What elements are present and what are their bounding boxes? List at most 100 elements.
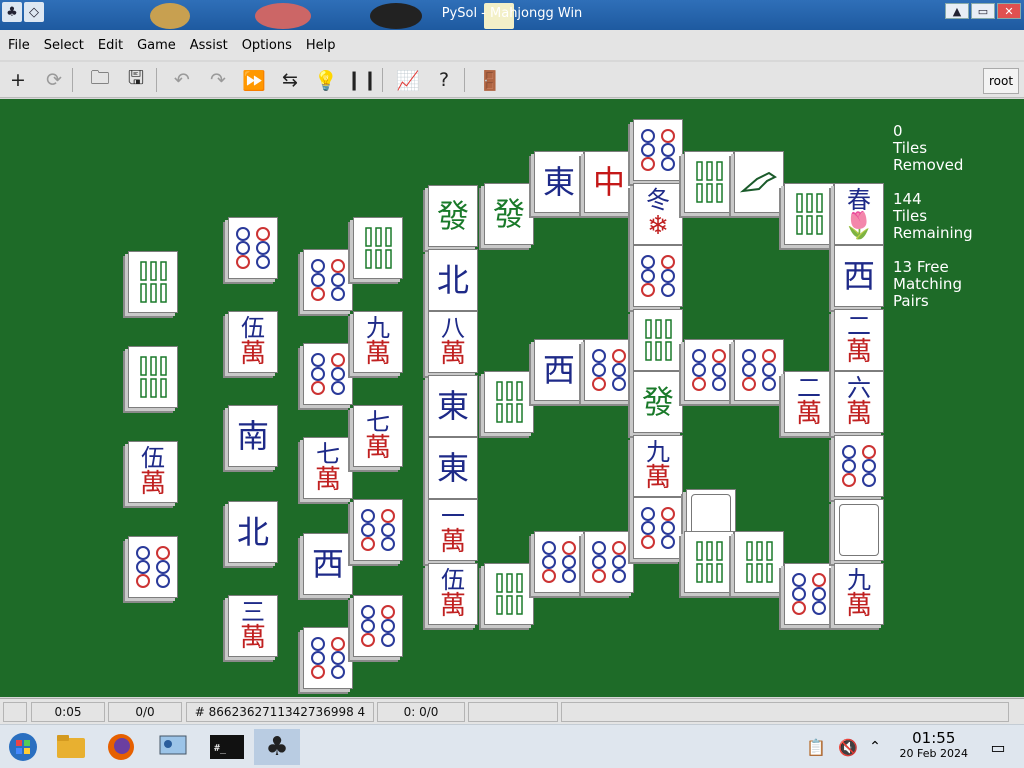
circle-face-icon (311, 637, 345, 679)
honor-tile[interactable]: 西 (534, 339, 584, 401)
autodrop-icon[interactable]: ⏩ (240, 66, 268, 94)
player-name[interactable]: root (983, 68, 1019, 94)
maximize-button[interactable]: ▭ (971, 3, 995, 19)
clipboard-icon[interactable]: 📋 (802, 729, 830, 765)
circle-tile[interactable] (353, 499, 403, 561)
circle-tile[interactable] (353, 595, 403, 657)
circle-tile[interactable] (734, 339, 784, 401)
redo-icon[interactable]: ↷ (204, 66, 232, 94)
honor-tile[interactable]: 中 (584, 151, 634, 213)
pause-icon[interactable]: ❙❙ (346, 66, 378, 94)
tile-character: 發 (492, 195, 525, 233)
circle-tile[interactable] (303, 249, 353, 311)
honor-tile[interactable]: 北 (228, 501, 278, 563)
honor-tile[interactable]: 東 (428, 375, 478, 437)
honor-tile[interactable]: 西 (834, 245, 884, 307)
new-game-icon[interactable]: + (4, 66, 32, 94)
bamboo-tile[interactable] (684, 151, 734, 213)
character-tile[interactable]: 七萬 (303, 437, 353, 499)
quit-icon[interactable]: 🚪 (476, 66, 504, 94)
shuffle-icon[interactable]: ⇆ (276, 66, 304, 94)
circle-tile[interactable] (584, 339, 634, 401)
file-manager-icon[interactable] (52, 729, 90, 765)
honor-tile[interactable]: 發 (633, 371, 683, 433)
tile-suit: 萬 (795, 398, 822, 429)
undo-icon[interactable]: ↶ (168, 66, 196, 94)
bird-tile[interactable] (734, 151, 784, 213)
toolbar-separator (156, 68, 157, 92)
character-tile[interactable]: 伍萬 (428, 563, 478, 625)
restart-icon[interactable]: ⟳ (40, 66, 68, 94)
pysol-task-icon[interactable]: ♣ (254, 729, 300, 765)
menu-edit[interactable]: Edit (98, 38, 123, 53)
honor-tile[interactable]: 發 (484, 183, 534, 245)
circle-tile[interactable] (228, 217, 278, 279)
character-tile[interactable]: 冬 ❄ (633, 183, 683, 245)
honor-tile[interactable]: 東 (428, 437, 478, 499)
menu-game[interactable]: Game (137, 38, 176, 53)
menu-select[interactable]: Select (44, 38, 84, 53)
circle-tile[interactable] (684, 339, 734, 401)
start-button[interactable] (4, 729, 42, 765)
circle-tile[interactable] (633, 497, 683, 559)
blank-tile[interactable] (834, 499, 884, 561)
circle-tile[interactable] (303, 343, 353, 405)
menu-file[interactable]: File (8, 38, 30, 53)
honor-tile[interactable]: 北 (428, 249, 478, 311)
honor-tile[interactable]: 東 (534, 151, 584, 213)
character-tile[interactable]: 三萬 (228, 595, 278, 657)
character-tile[interactable]: 一萬 (428, 499, 478, 561)
show-desktop-icon[interactable]: ▭ (984, 729, 1012, 765)
circle-tile[interactable] (784, 563, 834, 625)
character-tile[interactable]: 二萬 (834, 309, 884, 371)
tray-expand-icon[interactable]: ⌃ (862, 729, 888, 765)
circle-face-icon (641, 255, 675, 297)
character-tile[interactable]: 伍萬 (228, 311, 278, 373)
bamboo-tile[interactable] (734, 531, 784, 593)
control-panel-icon[interactable] (154, 729, 192, 765)
save-icon[interactable]: 🖫 (122, 66, 150, 94)
bamboo-tile[interactable] (484, 563, 534, 625)
character-tile[interactable]: 伍萬 (128, 441, 178, 503)
firefox-icon[interactable] (102, 729, 140, 765)
close-button[interactable]: ✕ (997, 3, 1021, 19)
menu-help[interactable]: Help (306, 38, 336, 53)
hint-icon[interactable]: 💡 (312, 66, 340, 94)
menu-assist[interactable]: Assist (190, 38, 228, 53)
circle-tile[interactable] (534, 531, 584, 593)
circle-tile[interactable] (633, 245, 683, 307)
character-tile[interactable]: 九萬 (633, 435, 683, 497)
bamboo-tile[interactable] (633, 309, 683, 371)
character-tile[interactable]: 七萬 (353, 405, 403, 467)
bamboo-tile[interactable] (353, 217, 403, 279)
bamboo-tile[interactable] (128, 346, 178, 408)
bamboo-tile[interactable] (128, 251, 178, 313)
character-tile[interactable]: 九萬 (353, 311, 403, 373)
circle-tile[interactable] (303, 627, 353, 689)
terminal-icon[interactable]: #_ (206, 729, 248, 765)
circle-tile[interactable] (633, 119, 683, 181)
character-tile[interactable]: 春 🌷 (834, 183, 884, 245)
bamboo-tile[interactable] (784, 183, 834, 245)
circle-tile[interactable] (834, 435, 884, 497)
clock[interactable]: 01:55 20 Feb 2024 (900, 729, 968, 760)
bamboo-tile[interactable] (684, 531, 734, 593)
circle-tile[interactable] (128, 536, 178, 598)
statistics-icon[interactable]: 📈 (394, 66, 422, 94)
rules-icon[interactable]: ? (430, 66, 458, 94)
game-board[interactable]: 0 Tiles Removed 144 Tiles Remaining 13 F… (0, 99, 1024, 697)
menu-options[interactable]: Options (242, 38, 292, 53)
circle-tile[interactable] (584, 531, 634, 593)
volume-muted-icon[interactable]: 🔇 (834, 729, 862, 765)
circle-face-icon (742, 349, 776, 391)
minimize-button[interactable]: ▲ (945, 3, 969, 19)
character-tile[interactable]: 六萬 (834, 371, 884, 433)
open-folder-icon[interactable]: 🗀 (86, 66, 114, 94)
character-tile[interactable]: 二萬 (784, 371, 834, 433)
honor-tile[interactable]: 發 (428, 185, 478, 247)
bamboo-tile[interactable] (484, 371, 534, 433)
honor-tile[interactable]: 南 (228, 405, 278, 467)
character-tile[interactable]: 八萬 (428, 311, 478, 373)
character-tile[interactable]: 九萬 (834, 563, 884, 625)
honor-tile[interactable]: 西 (303, 533, 353, 595)
